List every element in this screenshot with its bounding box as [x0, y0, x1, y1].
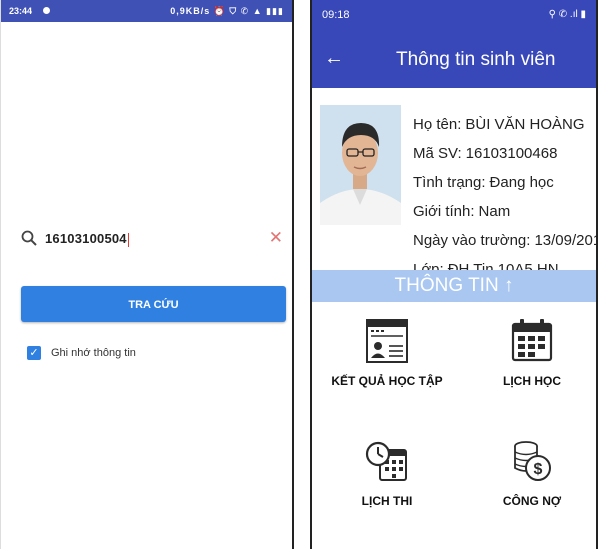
name-row: Họ tên: BÙI VĂN HOÀNG — [413, 116, 585, 133]
status-time: 09:18 — [322, 9, 350, 21]
status-bar: 09:18 ⚲ ✆ .ıl ▮ — [312, 0, 596, 30]
clear-icon[interactable]: ✕ — [269, 228, 283, 248]
page-title: Thông tin sinh viên — [396, 49, 556, 70]
lookup-screen: 23:44 0,9KB/s ⏰ ⛉ ✆ ▲ ▮▮▮ 16103100504 ✕ … — [0, 0, 294, 549]
feature-menu: KẾT QUẢ HỌC TẬP LỊCH HỌC LỊCH THI $ CÔNG… — [312, 302, 596, 549]
report-card-icon — [366, 319, 408, 363]
lookup-button[interactable]: TRA CỨU — [21, 286, 286, 322]
search-icon — [21, 230, 37, 246]
menu-label: LỊCH THI — [361, 494, 413, 508]
student-id: 16103100468 — [465, 145, 558, 162]
student-photo — [320, 105, 401, 225]
gender-row: Giới tính: Nam — [413, 203, 511, 220]
menu-tile-schedule[interactable]: LỊCH HỌC — [482, 318, 582, 388]
class-row: Lớp: ĐH Tin 10A5 HN — [413, 255, 596, 270]
student-name: BÙI VĂN HOÀNG — [465, 116, 585, 133]
calendar-icon — [511, 319, 553, 362]
text-caret — [127, 232, 129, 247]
student-profile: Họ tên: BÙI VĂN HOÀNG Mã SV: 16103100468 T… — [312, 88, 596, 270]
remember-checkbox[interactable]: ✓ — [27, 346, 41, 360]
student-gender: Nam — [478, 203, 511, 220]
status-row: Tình trạng: Đang học — [413, 174, 554, 191]
enroll-date-row: Ngày vào trường: 13/09/201 — [413, 226, 596, 255]
search-input[interactable]: 16103100504 — [45, 231, 129, 247]
menu-tile-results[interactable]: KẾT QUẢ HỌC TẬP — [322, 318, 452, 388]
status-time: 23:44 — [9, 6, 33, 16]
student-class: ĐH Tin 10A5 HN — [447, 261, 559, 270]
status-bar: 23:44 0,9KB/s ⏰ ⛉ ✆ ▲ ▮▮▮ — [1, 0, 292, 22]
info-toggle-bar[interactable]: THÔNG TIN ↑ — [312, 270, 596, 302]
menu-tile-exam[interactable]: LỊCH THI — [332, 438, 442, 508]
remember-label: Ghi nhớ thông tin — [51, 347, 136, 359]
student-id-row: Mã SV: 16103100468 — [413, 145, 558, 162]
search-field[interactable]: 16103100504 ✕ — [19, 226, 285, 252]
status-icons: 0,9KB/s ⏰ ⛉ ✆ ▲ ▮▮▮ — [170, 6, 284, 16]
menu-label: CÔNG NỢ — [502, 494, 562, 508]
svg-text:$: $ — [534, 461, 543, 478]
arrow-left-icon[interactable]: ← — [324, 46, 344, 70]
clock-calendar-icon — [365, 441, 407, 481]
person-photo-icon — [320, 105, 401, 225]
notification-dot-icon — [43, 7, 50, 14]
coins-dollar-icon: $ — [514, 441, 551, 481]
student-status: Đang học — [489, 174, 554, 191]
student-info-screen: 09:18 ⚲ ✆ .ıl ▮ ← Thông tin sinh viên Họ… — [310, 0, 598, 549]
menu-label: KẾT QUẢ HỌC TẬP — [331, 374, 443, 388]
student-details: Họ tên: BÙI VĂN HOÀNG Mã SV: 16103100468 T… — [413, 110, 596, 270]
menu-label: LỊCH HỌC — [503, 374, 561, 388]
app-bar: ← Thông tin sinh viên — [312, 30, 596, 88]
status-icons: ⚲ ✆ .ıl ▮ — [548, 9, 586, 20]
menu-tile-debt[interactable]: $ CÔNG NỢ — [482, 438, 582, 508]
enroll-date: 13/09/201 — [534, 232, 596, 249]
